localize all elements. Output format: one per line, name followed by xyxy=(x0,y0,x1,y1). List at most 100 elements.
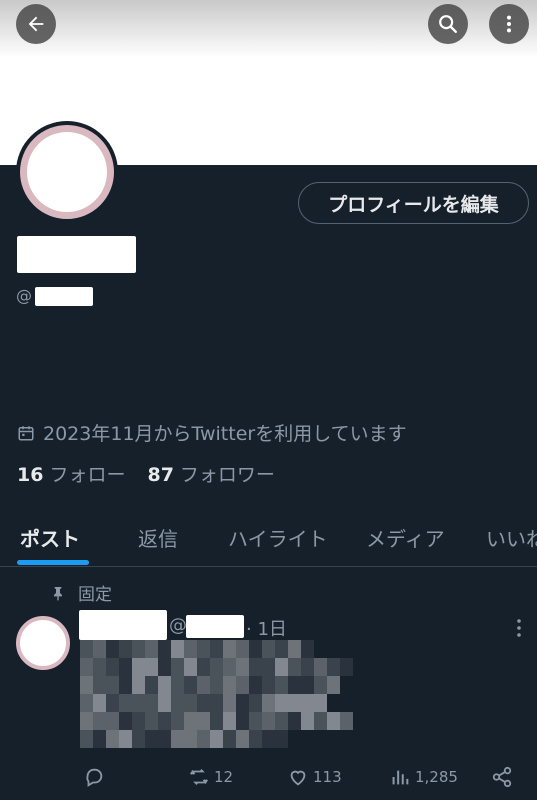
mosaic-block xyxy=(119,730,132,748)
search-icon xyxy=(439,15,457,33)
mosaic-block xyxy=(80,730,93,748)
back-button[interactable] xyxy=(16,4,56,44)
mosaic-block xyxy=(93,712,106,730)
followers-label: フォロワー xyxy=(179,464,275,486)
mosaic-block xyxy=(301,640,314,658)
mosaic-block xyxy=(314,694,327,712)
mosaic-block xyxy=(145,658,158,676)
following-label: フォロー xyxy=(49,464,126,486)
like-count: 113 xyxy=(313,768,342,786)
mosaic-block xyxy=(314,658,327,676)
pinned-indicator: 固定 xyxy=(50,580,112,605)
mosaic-block xyxy=(236,694,249,712)
mosaic-block xyxy=(106,730,119,748)
mosaic-block xyxy=(197,658,210,676)
mosaic-block xyxy=(210,676,223,694)
more-options-button[interactable] xyxy=(489,4,529,44)
reply-button[interactable] xyxy=(83,766,105,788)
followers-link[interactable]: 87 フォロワー xyxy=(147,460,274,487)
joined-date: 2023年11月からTwitterを利用しています xyxy=(17,419,407,446)
back-arrow-icon xyxy=(28,16,44,32)
profile-avatar[interactable] xyxy=(16,121,118,223)
tweet-actions: 12 113 1,285 xyxy=(0,766,537,796)
mosaic-block xyxy=(210,640,223,658)
mosaic-block xyxy=(197,640,210,658)
mosaic-block xyxy=(249,658,262,676)
mosaic-block xyxy=(184,658,197,676)
share-icon xyxy=(492,766,512,788)
search-button[interactable] xyxy=(428,4,468,44)
mosaic-block xyxy=(327,676,340,694)
mosaic-block xyxy=(236,730,249,748)
more-vertical-icon xyxy=(517,619,521,637)
edit-profile-button[interactable]: プロフィールを編集 xyxy=(298,182,529,224)
tab-likes[interactable]: いいね xyxy=(486,523,537,552)
mosaic-block xyxy=(314,676,327,694)
mosaic-block xyxy=(275,640,288,658)
mosaic-block xyxy=(145,694,158,712)
mosaic-block xyxy=(236,676,249,694)
mosaic-block xyxy=(262,658,275,676)
mosaic-block xyxy=(80,658,93,676)
share-button[interactable] xyxy=(491,766,513,788)
followers-count: 87 xyxy=(147,464,174,486)
mosaic-block xyxy=(184,640,197,658)
tab-highlights[interactable]: ハイライト xyxy=(228,523,328,552)
mosaic-block xyxy=(262,676,275,694)
tab-posts[interactable]: ポスト xyxy=(20,523,80,552)
joined-text: 2023年11月からTwitterを利用しています xyxy=(43,423,407,445)
mosaic-block xyxy=(275,676,288,694)
retweet-icon xyxy=(189,769,209,785)
following-link[interactable]: 16 フォロー xyxy=(17,460,125,487)
mosaic-block xyxy=(171,640,184,658)
mosaic-block xyxy=(275,712,288,730)
mosaic-block xyxy=(132,730,145,748)
mosaic-block xyxy=(106,676,119,694)
mosaic-block xyxy=(145,640,158,658)
mosaic-block xyxy=(132,640,145,658)
tweet-author-at: @ xyxy=(169,615,187,636)
mosaic-block xyxy=(80,640,93,658)
mosaic-block xyxy=(275,658,288,676)
mosaic-block xyxy=(184,694,197,712)
tab-replies[interactable]: 返信 xyxy=(138,523,178,552)
tweet-more-button[interactable] xyxy=(510,616,528,640)
mosaic-block xyxy=(184,730,197,748)
mosaic-block xyxy=(93,658,106,676)
following-count: 16 xyxy=(17,464,44,486)
more-vertical-icon xyxy=(506,15,512,33)
pin-icon xyxy=(54,586,62,600)
mosaic-block xyxy=(327,658,340,676)
mosaic-block xyxy=(119,694,132,712)
profile-tabs: ポスト 返信 ハイライト メディア いいね xyxy=(0,505,537,567)
mosaic-block xyxy=(158,658,171,676)
mosaic-block xyxy=(197,694,210,712)
tab-media[interactable]: メディア xyxy=(366,523,445,552)
mosaic-block xyxy=(184,712,197,730)
mosaic-block xyxy=(223,676,236,694)
follow-stats: 16 フォロー 87 フォロワー xyxy=(17,460,275,487)
like-button[interactable]: 113 xyxy=(287,766,342,788)
mosaic-block xyxy=(223,712,236,730)
mosaic-block xyxy=(171,658,184,676)
mosaic-block xyxy=(132,694,145,712)
views-icon xyxy=(392,770,409,785)
mosaic-block xyxy=(210,730,223,748)
mosaic-block xyxy=(314,712,327,730)
views-button[interactable]: 1,285 xyxy=(389,766,458,788)
tweet-avatar[interactable] xyxy=(16,616,70,670)
mosaic-block xyxy=(262,694,275,712)
calendar-icon xyxy=(18,425,34,440)
mosaic-block xyxy=(80,694,93,712)
mosaic-block xyxy=(223,730,236,748)
mosaic-block xyxy=(132,712,145,730)
retweet-button[interactable]: 12 xyxy=(188,766,233,788)
active-tab-indicator xyxy=(17,560,89,565)
mosaic-block xyxy=(210,658,223,676)
mosaic-block xyxy=(210,712,223,730)
tweet-time[interactable]: · 1日 xyxy=(246,615,287,641)
reply-icon xyxy=(86,768,103,787)
mosaic-block xyxy=(158,712,171,730)
mosaic-block xyxy=(236,658,249,676)
mosaic-block xyxy=(93,640,106,658)
